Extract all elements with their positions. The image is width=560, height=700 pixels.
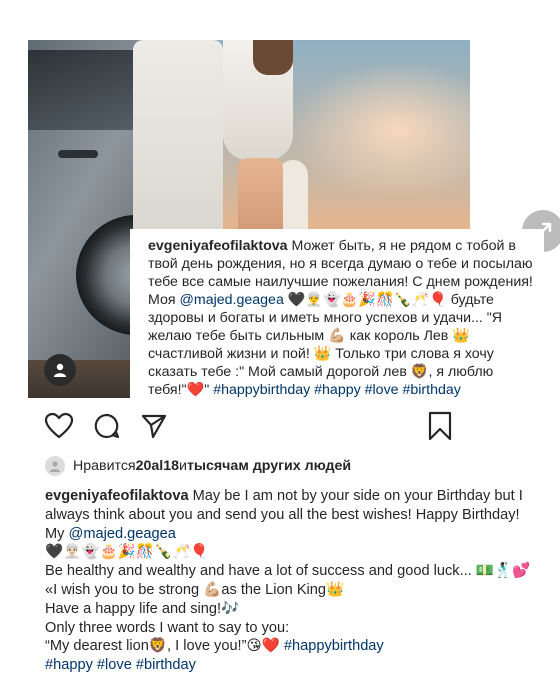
sunset-glow [288,60,470,200]
caption-line6: “My dearest lion🦁, I love you!”😘❤️ [45,638,284,655]
caption-hashtags-rest-paragraph: #happy #love #birthday [45,656,535,675]
caption-hashtag-first[interactable]: #happybirthday [284,638,384,654]
man-figure [133,40,223,240]
overlay-mention[interactable]: @majed.geagea [180,292,284,308]
bookmark-button[interactable] [424,410,456,442]
caption-emojis: 🖤👳🏻‍♂️👻🎂🎉🎊🍾🥂🎈 [45,544,209,561]
car-door-handle [58,150,98,158]
caption-line2: Be healthy and wealthy and have a lot of… [45,563,531,580]
heart-icon [44,412,74,439]
share-icon [141,414,167,439]
likes-middle: и [179,458,187,474]
user-tag-button[interactable] [44,354,76,386]
translated-caption-overlay: evgeniyafeofilaktova Может быть, я не ря… [130,229,544,414]
caption-first-paragraph: evgeniyafeofilaktova May be I am not by … [45,487,535,543]
likes-prefix: Нравится [73,458,136,474]
caption-line3: «I wish you to be strong 💪🏼as the Lion K… [45,581,345,598]
bookmark-icon [428,411,452,441]
user-tag-icon [54,363,66,377]
overlay-hashtags[interactable]: #happybirthday #happy #love #birthday [213,382,461,398]
overlay-username[interactable]: evgeniyafeofilaktova [148,238,288,254]
like-button[interactable] [43,410,75,442]
post-action-bar [0,410,560,450]
comment-icon [94,413,120,439]
likes-others[interactable]: тысячам других людей [187,456,351,476]
caption-line5: Only three words I want to say to you: [45,619,290,636]
avatar-icon [50,461,60,472]
caption-username[interactable]: evgeniyafeofilaktova [45,488,189,504]
post-caption: evgeniyafeofilaktova May be I am not by … [45,487,535,675]
likes-user[interactable]: 20al18 [136,456,179,476]
caption-mention[interactable]: @majed.geagea [69,526,176,542]
avatar [45,456,65,476]
comment-button[interactable] [91,410,123,442]
woman-hair [253,40,293,75]
likes-summary[interactable]: Нравится 20al18 и тысячам других людей [45,456,351,476]
caption-hashtags-rest[interactable]: #happy #love #birthday [45,657,196,673]
caption-line4: Have a happy life and sing!🎶 [45,600,240,617]
share-button[interactable] [138,410,170,442]
caption-line6-paragraph: “My dearest lion🦁, I love you!”😘❤️ #happ… [45,637,535,656]
